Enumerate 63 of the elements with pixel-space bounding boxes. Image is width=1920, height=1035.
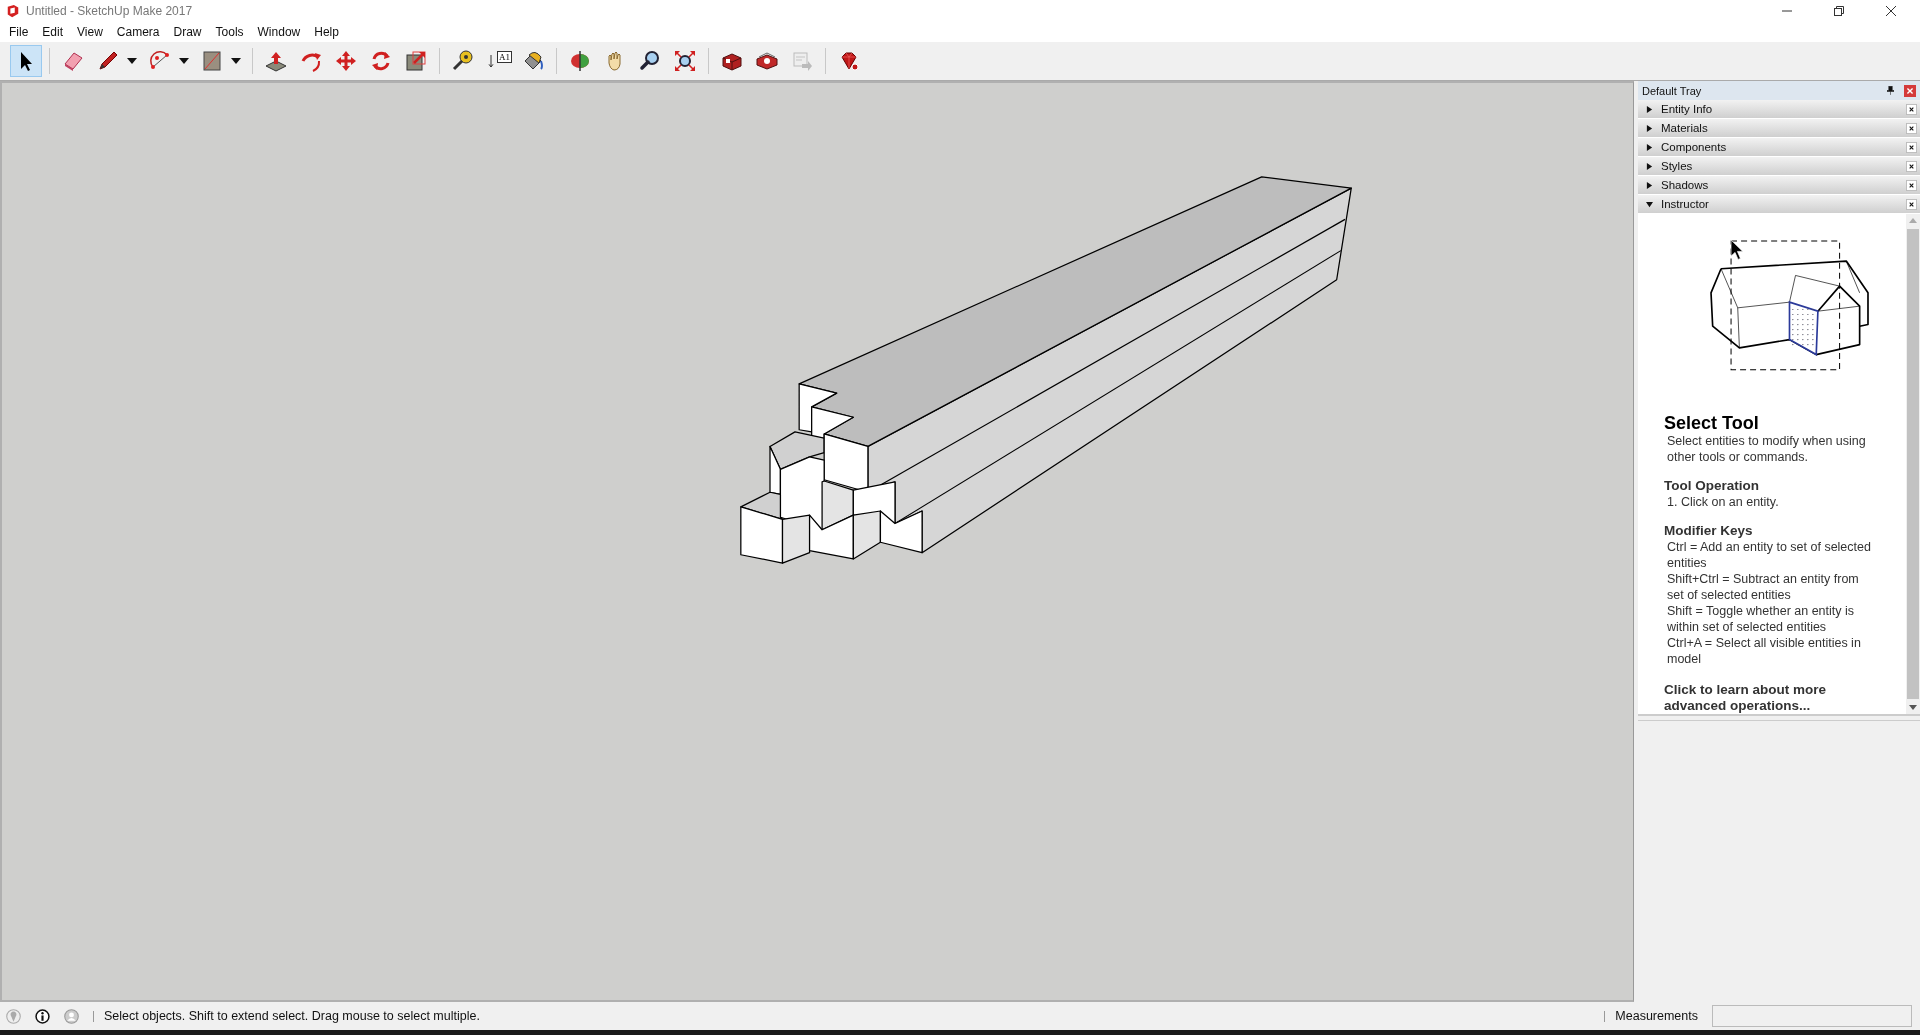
instruction-text: Ctrl = Add an entity to set of selected entities <box>1666 539 1872 571</box>
tool-description: Select entities to modify when using other tools or commands. <box>1666 433 1867 465</box>
instruction-text: Ctrl+A = Select all visible entities in model <box>1666 635 1862 667</box>
panel-header[interactable]: Entity Info <box>1638 100 1920 119</box>
tape-measure-icon <box>451 49 475 73</box>
panel-header[interactable]: Materials <box>1638 119 1920 138</box>
close-icon[interactable] <box>1906 103 1917 115</box>
menu-item[interactable]: Tools <box>208 25 251 39</box>
collapsed-triangle-icon <box>1646 124 1653 132</box>
measurements-field[interactable] <box>1712 1005 1912 1027</box>
section-title: Modifier Keys <box>1664 523 1754 539</box>
move-icon <box>334 49 358 73</box>
scroll-down-icon[interactable] <box>1909 705 1917 710</box>
menu-item[interactable]: Help <box>307 25 346 39</box>
scrollbar[interactable] <box>1906 214 1920 714</box>
caret-icon[interactable] <box>179 58 189 64</box>
menu-item[interactable]: Draw <box>166 25 209 39</box>
restore-icon[interactable] <box>1834 6 1844 16</box>
collapsed-triangle-icon <box>1646 162 1653 170</box>
expanded-triangle-icon <box>1646 200 1653 208</box>
rectangle-icon <box>200 49 224 73</box>
panel-header[interactable]: Components <box>1638 138 1920 157</box>
menu-item[interactable]: Camera <box>109 25 167 39</box>
panel-header[interactable]: Instructor <box>1638 195 1920 214</box>
instruction-text: Shift+Ctrl = Subtract an entity from set of selected entities <box>1666 571 1860 603</box>
user-icon[interactable] <box>64 1008 79 1024</box>
menu-item[interactable]: Window <box>250 25 308 39</box>
caret-icon[interactable] <box>231 58 241 64</box>
zoom-extents-icon <box>673 49 697 73</box>
close-icon[interactable] <box>1906 141 1917 153</box>
close-icon[interactable] <box>1906 160 1917 172</box>
menu-item[interactable]: File <box>2 25 36 39</box>
section-title: Tool Operation <box>1664 478 1760 494</box>
collapsed-triangle-icon <box>1646 105 1653 113</box>
zoom-icon <box>638 49 662 73</box>
close-icon[interactable] <box>1906 179 1917 191</box>
pin-icon[interactable] <box>1887 86 1894 95</box>
scale-icon <box>404 49 428 73</box>
menu-item[interactable]: View <box>70 25 110 39</box>
window-title: Untitled - SketchUp Make 2017 <box>26 4 193 18</box>
tray-title: Default Tray <box>1642 84 1703 97</box>
app-logo-icon <box>6 4 20 18</box>
close-icon[interactable] <box>1906 122 1917 134</box>
tool-heading: Select Tool <box>1664 413 1760 433</box>
info-icon[interactable] <box>35 1008 50 1024</box>
tool-button[interactable]: A1 <box>482 45 514 77</box>
close-icon[interactable] <box>1886 6 1896 16</box>
collapsed-triangle-icon <box>1646 143 1653 151</box>
status-message: Select objects. Shift to extend select. Drag mouse to select multiple. <box>104 1009 480 1023</box>
tool-button[interactable] <box>10 45 42 77</box>
caret-icon[interactable] <box>127 58 137 64</box>
instruction-text: 1. Click on an entity. <box>1666 494 1780 510</box>
panel-header[interactable]: Styles <box>1638 157 1920 176</box>
menu-item[interactable]: Edit <box>35 25 71 39</box>
measurements-label: Measurements <box>1615 1009 1698 1023</box>
orbit-icon <box>568 49 592 73</box>
collapsed-triangle-icon <box>1646 181 1653 189</box>
learn-more-link[interactable]: Click to learn about more advanced operations... <box>1664 682 1876 714</box>
document-arrow-icon <box>790 49 814 73</box>
pencil-icon <box>96 49 120 73</box>
instruction-text: Shift = Toggle whether an entity is within set of selected entities <box>1666 603 1856 635</box>
close-icon[interactable] <box>1906 198 1917 210</box>
panel-header[interactable]: Shadows <box>1638 176 1920 195</box>
